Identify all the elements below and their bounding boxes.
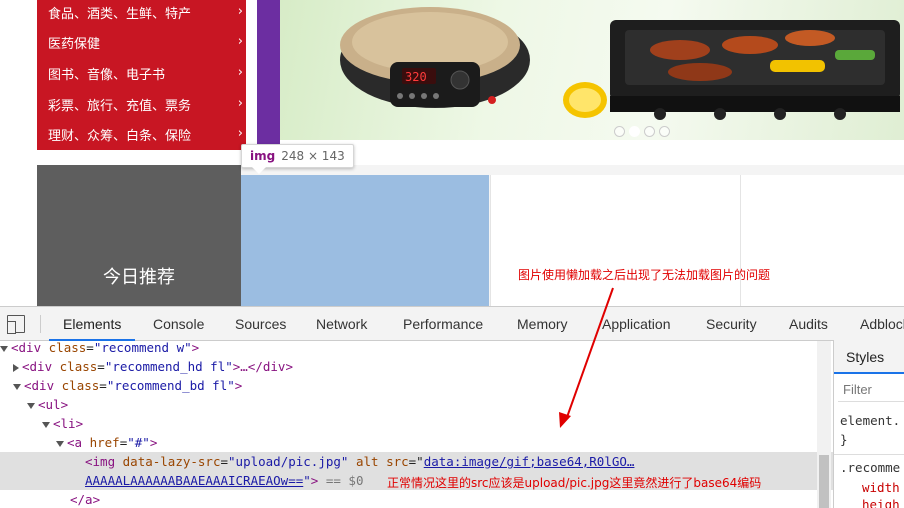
annotation-arrow — [559, 287, 614, 428]
